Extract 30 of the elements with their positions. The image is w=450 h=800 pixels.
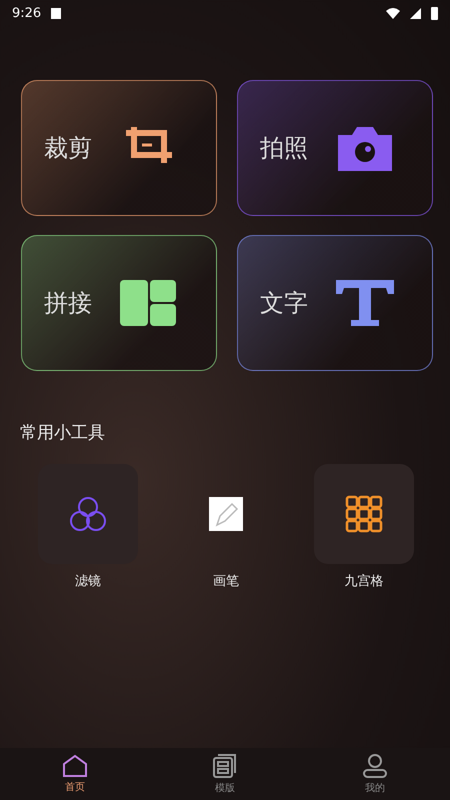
battery-icon [431,6,438,20]
notification-icon [51,8,62,18]
grid-icon [345,495,383,533]
signal-icon [410,8,421,18]
wifi-icon [386,8,400,18]
card-label: 拍照 [260,133,308,164]
tool-tile[interactable] [38,464,138,564]
card-label: 裁剪 [44,133,92,164]
status-time: 9:26 [12,6,42,20]
letter-t-icon [334,278,396,328]
overlapping-circles-icon [69,495,107,533]
tool-label: 画笔 [213,573,239,590]
stacked-pages-icon [212,753,238,779]
tool-label: 九宫格 [344,573,384,590]
feature-card[interactable]: 文字 [237,235,433,371]
feature-card[interactable]: 拼接 [21,235,217,371]
home-icon [62,754,88,778]
card-label: 拼接 [44,288,92,319]
collage-icon [118,278,178,328]
feature-card[interactable]: 裁剪 [21,80,217,216]
card-label: 文字 [260,288,308,319]
pencil-icon [209,497,243,531]
tool-tile[interactable] [314,464,414,564]
feature-card[interactable]: 拍照 [237,80,433,216]
nav-tab[interactable]: 首页 [0,748,150,800]
nav-tab[interactable]: 模版 [150,748,300,800]
person-icon [362,753,388,779]
nav-tab[interactable]: 我的 [300,748,450,800]
tool-label: 滤镜 [75,573,101,590]
section-title: 常用小工具 [19,422,106,444]
